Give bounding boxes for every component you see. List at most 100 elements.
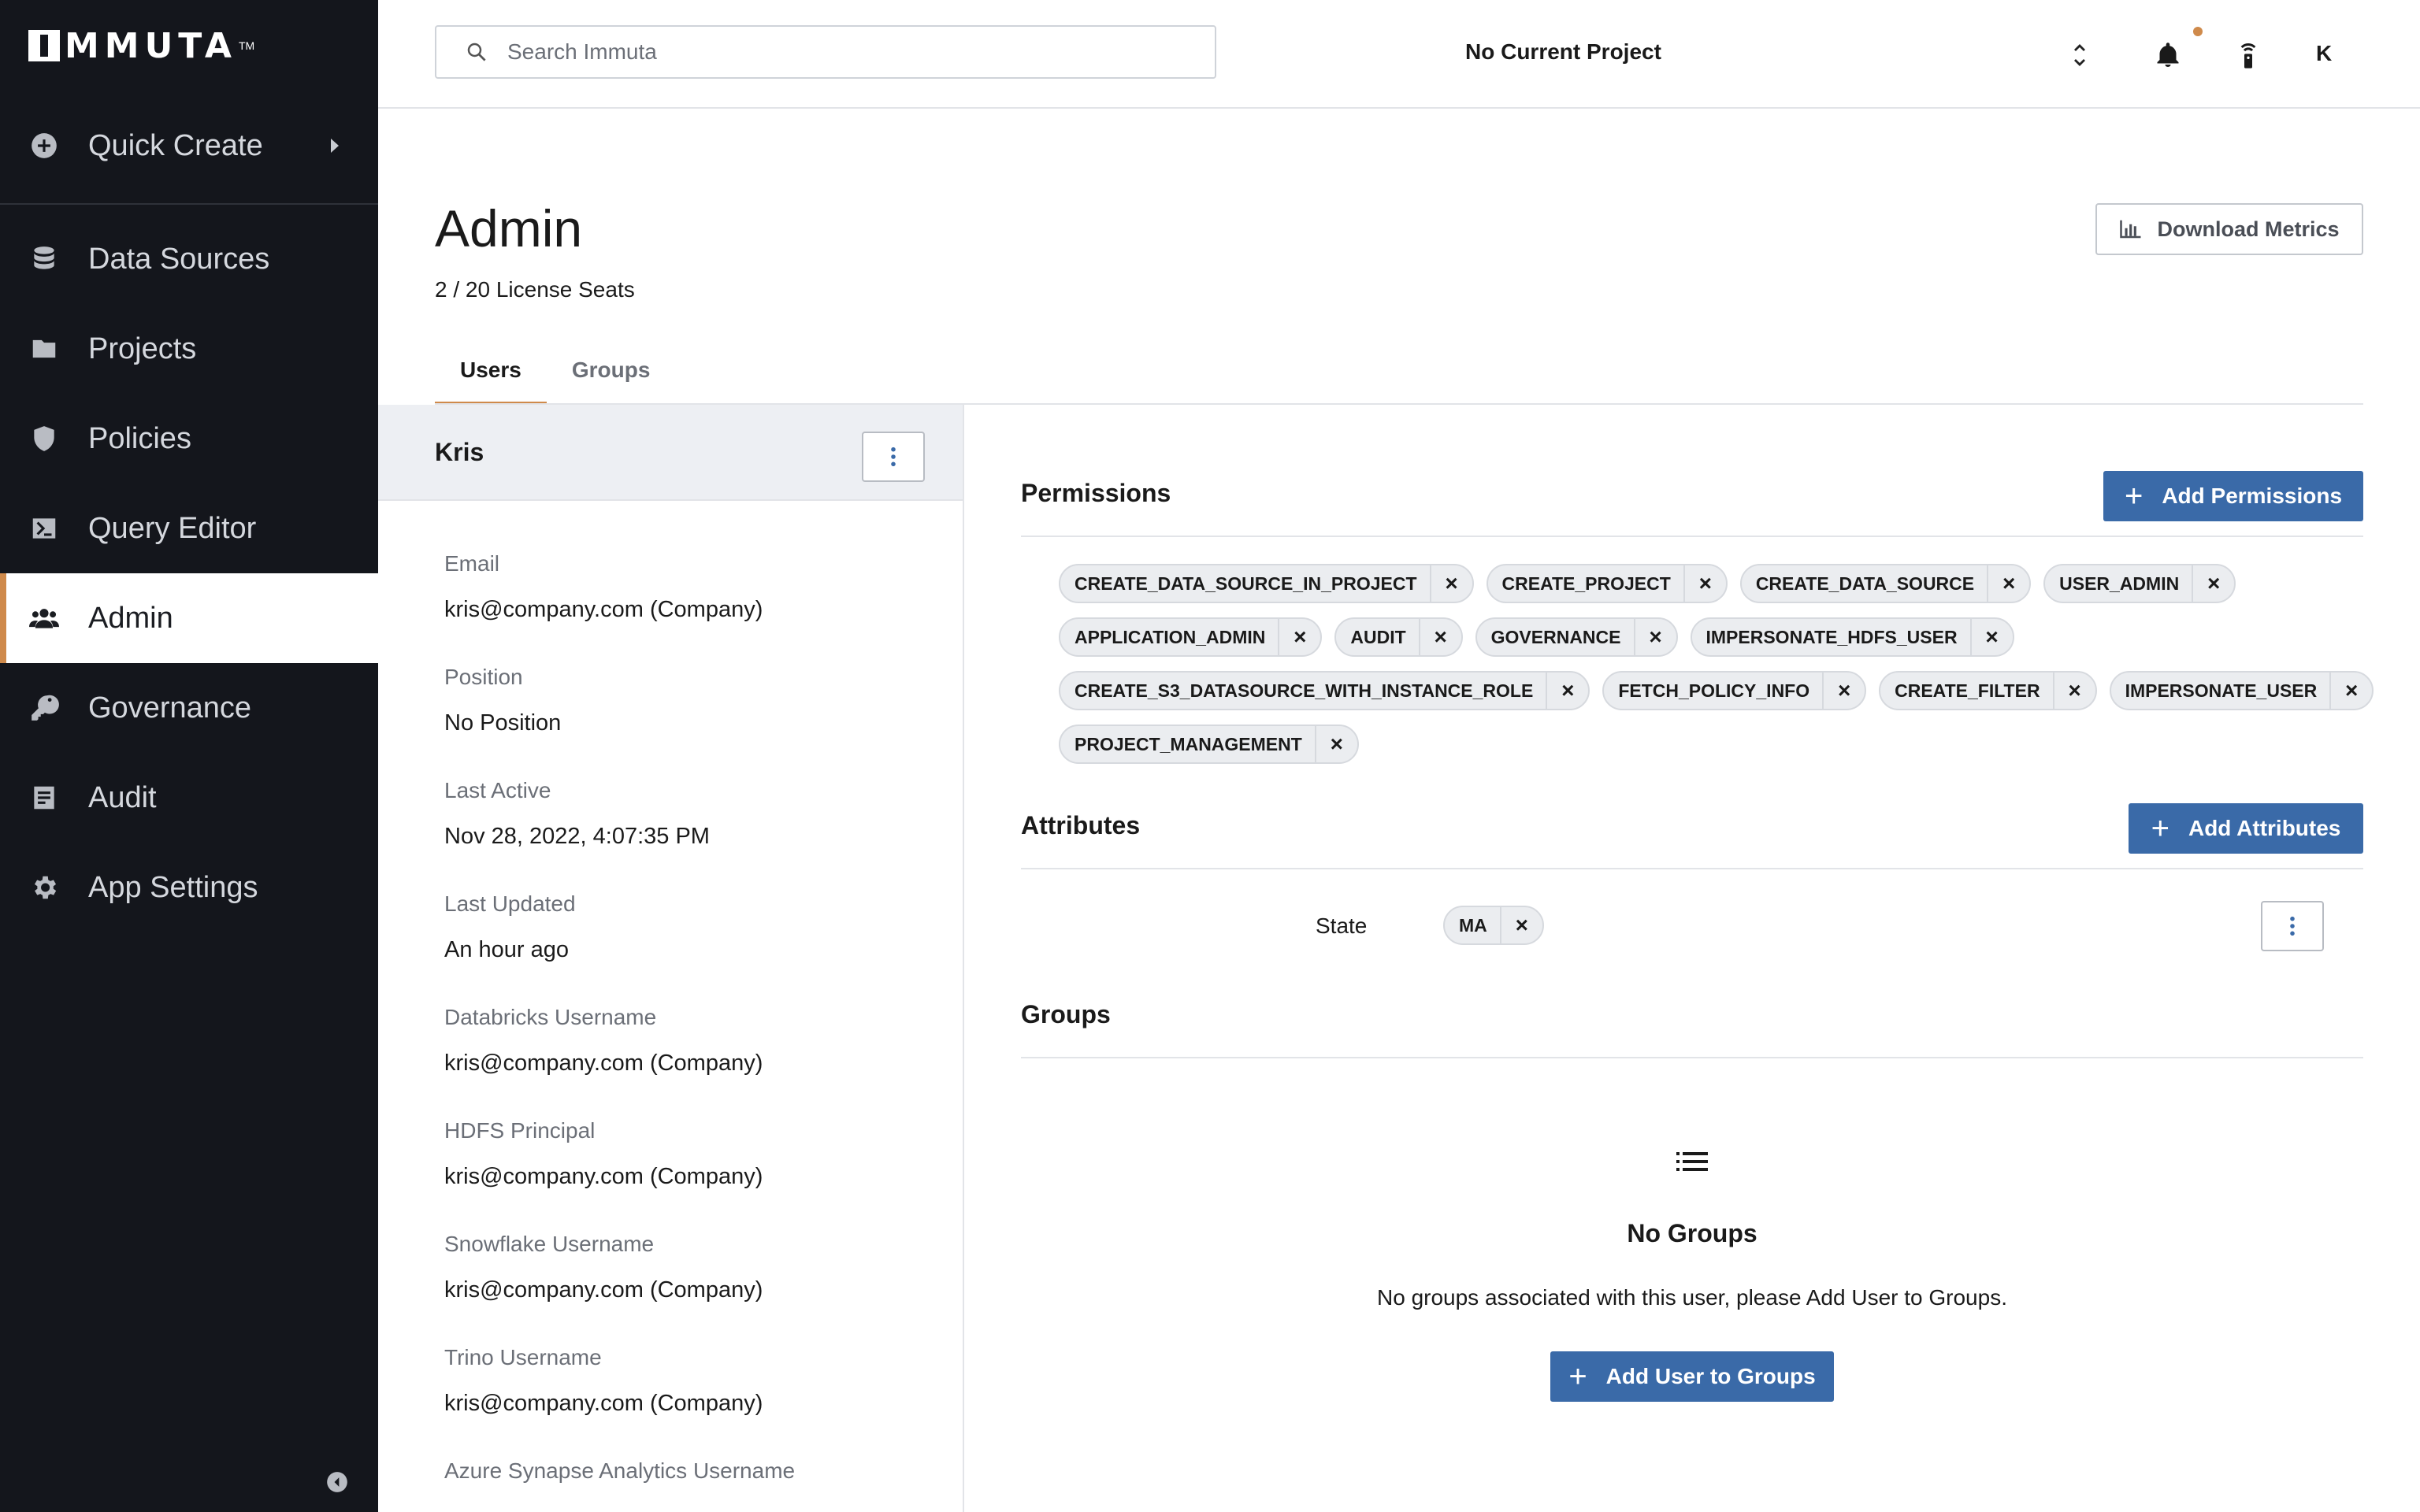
project-switcher-icon[interactable]	[2072, 41, 2088, 69]
field-snowflake-username: Snowflake Username kris@company.com (Com…	[444, 1232, 963, 1345]
admin-tabs: Users Groups	[435, 343, 675, 405]
download-metrics-label: Download Metrics	[2157, 217, 2340, 241]
sidebar-item-label: Governance	[88, 691, 252, 724]
remove-chip-icon[interactable]: ×	[1969, 619, 2013, 655]
permission-chip: AUDIT ×	[1334, 617, 1463, 657]
permission-chip: CREATE_DATA_SOURCE_IN_PROJECT ×	[1059, 564, 1474, 603]
add-user-to-groups-button[interactable]: + Add User to Groups	[1550, 1351, 1834, 1402]
sidebar-item-app-settings[interactable]: App Settings	[0, 843, 378, 932]
no-groups-title: No Groups	[1627, 1219, 1757, 1247]
field-position: Position No Position	[444, 665, 963, 778]
sidebar-item-admin[interactable]: Admin	[0, 573, 378, 663]
plus-icon: +	[2124, 479, 2143, 513]
logo-mark	[28, 30, 60, 61]
chip-row: CREATE_S3_DATASOURCE_WITH_INSTANCE_ROLE ×…	[1059, 671, 2374, 724]
field-value: kris@company.com (Company)	[444, 1277, 763, 1303]
quick-create-button[interactable]: Quick Create	[0, 112, 378, 180]
field-trino-username: Trino Username kris@company.com (Company…	[444, 1345, 963, 1458]
permission-chip: CREATE_PROJECT ×	[1486, 564, 1728, 603]
sidebar-item-label: Policies	[88, 421, 191, 455]
field-value: No Position	[444, 710, 562, 736]
remove-chip-icon[interactable]: ×	[1546, 673, 1588, 709]
permissions-title: Permissions	[1021, 479, 1171, 507]
logo-text: MMUTA	[65, 25, 237, 66]
user-name: Kris	[435, 437, 484, 466]
field-azure-synapse-username: Azure Synapse Analytics Username	[444, 1458, 963, 1512]
user-avatar[interactable]: K	[2316, 41, 2332, 66]
sidebar-item-data-sources[interactable]: Data Sources	[0, 214, 378, 304]
user-header: Kris	[378, 405, 963, 501]
user-fields: Email kris@company.com (Company) Positio…	[378, 501, 963, 1512]
permission-chip: IMPERSONATE_USER ×	[2109, 671, 2374, 710]
sidebar-item-label: Admin	[88, 601, 173, 635]
search-icon	[467, 43, 486, 61]
remove-chip-icon[interactable]: ×	[1633, 619, 1676, 655]
add-permissions-button[interactable]: + Add Permissions	[2103, 471, 2363, 521]
audit-icon	[28, 782, 60, 813]
permission-chip: USER_ADMIN ×	[2043, 564, 2236, 603]
remove-chip-icon[interactable]: ×	[2192, 565, 2234, 602]
tab-users[interactable]: Users	[435, 343, 547, 405]
remove-chip-icon[interactable]: ×	[1278, 619, 1320, 655]
terminal-icon	[28, 513, 60, 544]
sidebar-item-governance[interactable]: Governance	[0, 663, 378, 753]
user-detail-panel: Kris Email kris@company.com (Company) Po…	[378, 405, 964, 1512]
field-label: Trino Username	[444, 1345, 602, 1369]
chip-label: CREATE_DATA_SOURCE_IN_PROJECT	[1075, 573, 1417, 594]
remove-chip-icon[interactable]: ×	[1987, 565, 2029, 602]
collapse-sidebar-icon[interactable]	[326, 1471, 348, 1493]
tab-groups[interactable]: Groups	[547, 343, 676, 405]
field-value: An hour ago	[444, 937, 570, 962]
chip-label: AUDIT	[1350, 626, 1406, 647]
remove-chip-icon[interactable]: ×	[1429, 565, 1472, 602]
immuta-logo[interactable]: MMUTA TM	[28, 25, 254, 66]
notification-dot	[2193, 27, 2203, 36]
bell-icon[interactable]	[2154, 39, 2182, 71]
attribute-actions-button[interactable]	[2261, 901, 2324, 951]
field-label: Last Updated	[444, 891, 576, 916]
field-label: Databricks Username	[444, 1005, 657, 1029]
field-value: kris@company.com (Company)	[444, 597, 763, 622]
chip-row: PROJECT_MANAGEMENT ×	[1059, 724, 2351, 778]
sidebar-item-label: Query Editor	[88, 511, 257, 545]
field-databricks-username: Databricks Username kris@company.com (Co…	[444, 1005, 963, 1118]
add-permissions-label: Add Permissions	[2162, 484, 2343, 508]
quick-create-label: Quick Create	[88, 128, 263, 162]
plus-icon: +	[2151, 811, 2169, 846]
field-value: Nov 28, 2022, 4:07:35 PM	[444, 824, 710, 849]
license-seats: 2 / 20 License Seats	[435, 277, 635, 302]
remove-chip-icon[interactable]: ×	[1314, 726, 1357, 762]
chip-label: IMPERSONATE_HDFS_USER	[1706, 626, 1958, 647]
permission-chip: CREATE_S3_DATASOURCE_WITH_INSTANCE_ROLE ×	[1059, 671, 1590, 710]
search-input[interactable]	[507, 39, 1185, 65]
sidebar-item-policies[interactable]: Policies	[0, 394, 378, 484]
sidebar-item-audit[interactable]: Audit	[0, 753, 378, 843]
download-metrics-button[interactable]: Download Metrics	[2095, 203, 2363, 255]
sidebar-nav: Data Sources Projects Policies Query Edi…	[0, 214, 378, 932]
field-value: kris@company.com (Company)	[444, 1164, 763, 1189]
sidebar-divider	[0, 203, 378, 205]
sidebar-item-query-editor[interactable]: Query Editor	[0, 484, 378, 573]
remove-chip-icon[interactable]: ×	[1683, 565, 1726, 602]
attribute-value-chip: MA ×	[1443, 906, 1544, 945]
chip-label: CREATE_FILTER	[1895, 680, 2040, 701]
sidebar-item-projects[interactable]: Projects	[0, 304, 378, 394]
chip-label: CREATE_DATA_SOURCE	[1755, 573, 1975, 594]
remote-connection-icon[interactable]	[2233, 38, 2264, 72]
list-icon	[1676, 1152, 1708, 1171]
chip-label: APPLICATION_ADMIN	[1075, 626, 1266, 647]
add-attributes-button[interactable]: + Add Attributes	[2129, 803, 2363, 854]
remove-chip-icon[interactable]: ×	[1418, 619, 1461, 655]
remove-chip-icon[interactable]: ×	[1822, 673, 1865, 709]
remove-chip-icon[interactable]: ×	[1499, 907, 1542, 943]
remove-chip-icon[interactable]: ×	[2329, 673, 2372, 709]
remove-chip-icon[interactable]: ×	[2052, 673, 2095, 709]
caret-right-icon	[331, 139, 339, 153]
field-hdfs-principal: HDFS Principal kris@company.com (Company…	[444, 1118, 963, 1232]
permission-chips: CREATE_DATA_SOURCE_IN_PROJECT × CREATE_PR…	[1059, 564, 2374, 778]
user-actions-button[interactable]	[862, 432, 925, 482]
sidebar-item-label: App Settings	[88, 870, 258, 904]
current-project-label[interactable]: No Current Project	[1465, 39, 1661, 65]
search-box[interactable]	[435, 25, 1216, 79]
chip-label: GOVERNANCE	[1490, 626, 1621, 647]
